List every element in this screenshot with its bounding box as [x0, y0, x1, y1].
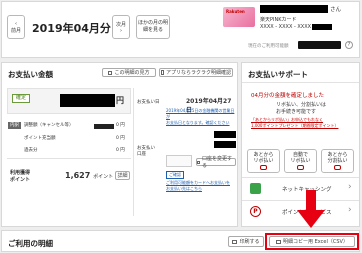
bank-logo — [166, 155, 192, 167]
print-button[interactable]: 印刷する — [228, 236, 264, 247]
csv-download-button[interactable]: 明細コピー用 Excel（CSV） — [269, 236, 355, 247]
available-amount-bar — [298, 41, 341, 49]
adjustment-label: 調整額（キャンセル等） — [24, 123, 74, 128]
card-name: 楽天PINKカード — [260, 17, 297, 23]
usage-points-label: 利用獲得 ポイント — [10, 170, 31, 183]
later-revolving-button[interactable]: あとから リボ払い — [247, 149, 280, 173]
next-month-button[interactable]: 次月 › — [112, 15, 130, 39]
account-label: お支払い 口座 — [137, 146, 155, 157]
revolving-promo-link[interactable]: 「あとからリボ払い」お申込でもれなく 1,000ポイントプレゼント（期間限定ポイ… — [251, 117, 338, 129]
payment-title: お支払い金額 — [8, 70, 53, 79]
support-notice-confirmed: 04月分の金額を確定しました — [251, 93, 324, 99]
breakdown-badge: 内訳 — [8, 122, 21, 129]
auto-icon — [297, 165, 304, 170]
available-amount-fill — [298, 41, 341, 49]
column-divider — [133, 88, 134, 216]
bank-name-redacted — [214, 131, 236, 138]
card-brand-logo: Rakuten — [226, 9, 245, 14]
month-header-card: ‹ 前月 2019年04月分 次月 › ほかの月の明細を見る Rakuten さ… — [1, 1, 360, 58]
points-detail-button[interactable]: 詳細 — [115, 171, 130, 180]
amount-redacted — [60, 94, 115, 107]
printer-icon — [232, 239, 238, 244]
revolving-icon — [260, 165, 267, 170]
book-icon — [108, 70, 113, 75]
other-months-button[interactable]: ほかの月の明細を見る — [136, 15, 170, 39]
usage-title: ご利用の明細 — [8, 239, 53, 248]
support-notice-line3: お手続き可能です — [276, 109, 317, 115]
prev-month-button[interactable]: ‹ 前月 — [7, 15, 25, 39]
confirm-badge: ご確認 — [166, 171, 184, 179]
adjustment-redacted — [94, 124, 114, 129]
card-number: XXXX - XXXX - XXXX - — [260, 24, 315, 30]
payday-label: お支払い日 — [137, 100, 160, 105]
installment-icon — [334, 165, 341, 170]
points-applied-value: 0 円 — [116, 136, 125, 141]
user-suffix: さん — [330, 7, 342, 13]
support-title: お支払いサポート — [248, 70, 308, 79]
card-number-redacted — [312, 24, 332, 30]
adjustment-value: 0 円 — [116, 123, 125, 128]
help-icon[interactable]: ? — [345, 41, 353, 49]
status-badge: 確定 — [12, 94, 31, 103]
support-notice-line2: リボ払い、分割払いは — [276, 102, 327, 108]
square-icon — [197, 160, 200, 164]
support-divider — [242, 82, 359, 83]
past-amount-label: 過去分 — [24, 148, 38, 153]
branch-name-redacted — [214, 141, 236, 148]
chevron-right-icon: › — [348, 205, 352, 215]
points-value: 1,627 ポイント — [65, 171, 114, 180]
divider — [7, 158, 131, 159]
cashing-icon — [250, 183, 261, 194]
payday-note-link[interactable]: 2019年04月25日の金融機関の営業日が お支払日となります。確認ください — [166, 108, 236, 126]
chevron-right-icon: › — [120, 27, 122, 34]
phone-icon — [160, 70, 164, 75]
past-amount-value: 0 円 — [116, 148, 125, 153]
usage-details-card: ご利用の明細 印刷する 明細コピー用 Excel（CSV） — [1, 230, 360, 252]
printer-icon — [276, 239, 282, 244]
user-name-redacted — [260, 5, 328, 13]
payment-amount-card: お支払い金額 この明細の見方 アプリならラクラク明細確認 確定 円 内訳 調整額… — [1, 62, 238, 227]
change-account-button[interactable]: 口座を変更する — [196, 156, 236, 169]
chevron-right-icon: › — [348, 182, 352, 192]
auto-revolving-button[interactable]: 自動で リボ払い — [284, 149, 317, 173]
red-arrow-annotation — [297, 190, 325, 228]
view-method-button[interactable]: この明細の見方 — [102, 68, 156, 77]
available-amount-label: 現在のご利用可能額 — [248, 44, 289, 49]
month-title: 2019年04月分 — [32, 22, 111, 35]
point-icon: P — [250, 206, 261, 217]
account-note-link[interactable]: ご利用可能額をカードへお支払いを お支払い先はこちら — [166, 180, 238, 192]
later-installment-button[interactable]: あとから 分割払い — [321, 149, 354, 173]
amount-yen: 円 — [116, 96, 124, 105]
credit-card-image: Rakuten — [223, 7, 255, 27]
points-applied-label: ポイント充当額 — [24, 136, 56, 141]
app-check-button[interactable]: アプリならラクラク明細確認 — [159, 68, 233, 77]
